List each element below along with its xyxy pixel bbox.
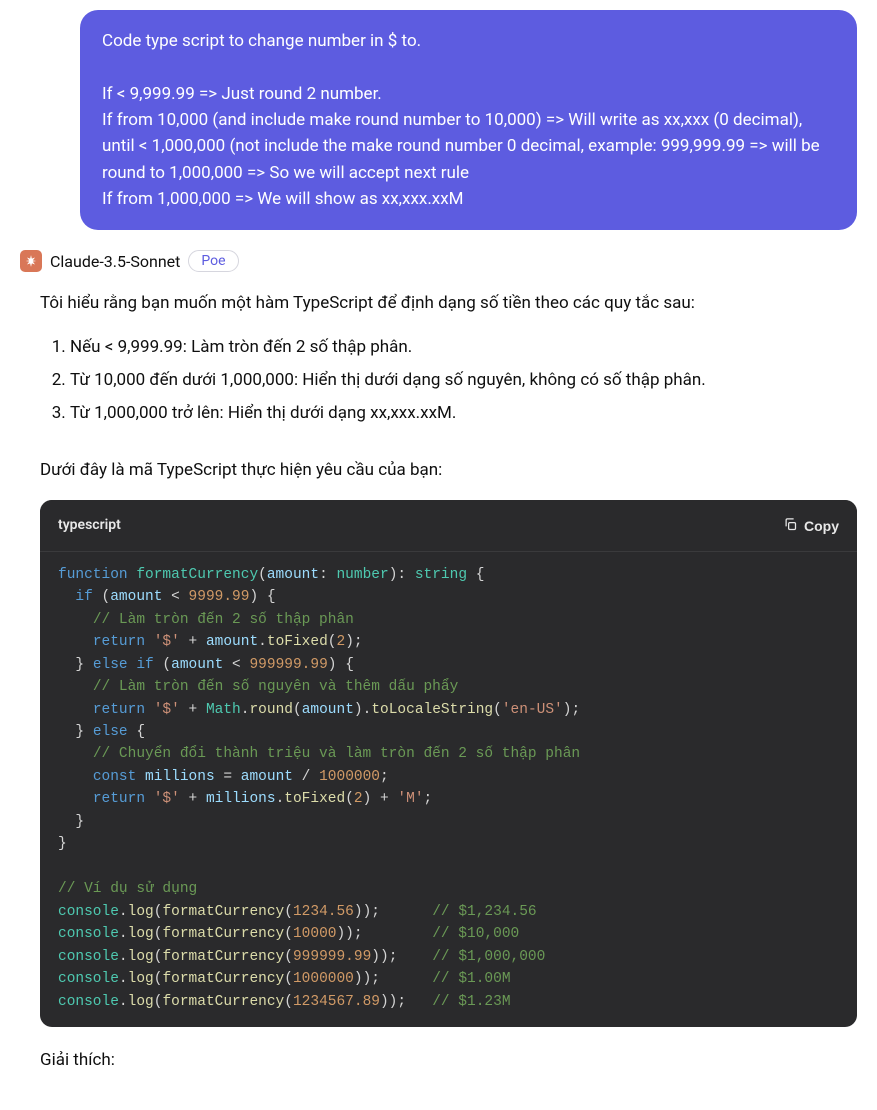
response-intro: Tôi hiểu rằng bạn muốn một hàm TypeScrip… xyxy=(40,290,857,317)
user-message-line: If < 9,999.99 => Just round 2 number. xyxy=(102,81,835,107)
platform-badge[interactable]: Poe xyxy=(188,250,238,272)
user-message-line: If from 10,000 (and include make round n… xyxy=(102,107,835,186)
copy-label: Copy xyxy=(804,518,839,534)
bot-name: Claude-3.5-Sonnet xyxy=(50,252,180,271)
rules-list: Nếu < 9,999.99: Làm tròn đến 2 số thập p… xyxy=(70,334,857,428)
claude-logo-icon xyxy=(20,250,42,272)
user-message-blank xyxy=(102,54,835,80)
response-outro: Giải thích: xyxy=(40,1047,857,1074)
list-item: Từ 1,000,000 trở lên: Hiển thị dưới dạng… xyxy=(70,400,857,427)
copy-button[interactable]: Copy xyxy=(783,517,839,535)
code-block: typescript Copy function formatCurrency(… xyxy=(40,500,857,1027)
bot-response: Tôi hiểu rằng bạn muốn một hàm TypeScrip… xyxy=(20,290,857,1074)
bot-header: Claude-3.5-Sonnet Poe xyxy=(20,250,857,272)
user-message-line: Code type script to change number in $ t… xyxy=(102,28,835,54)
user-message-line: If from 1,000,000 => We will show as xx,… xyxy=(102,186,835,212)
code-language-label: typescript xyxy=(58,514,121,536)
copy-icon xyxy=(783,517,798,535)
code-intro: Dưới đây là mã TypeScript thực hiện yêu … xyxy=(40,457,857,484)
code-header: typescript Copy xyxy=(40,500,857,551)
list-item: Từ 10,000 đến dưới 1,000,000: Hiển thị d… xyxy=(70,367,857,394)
code-content[interactable]: function formatCurrency(amount: number):… xyxy=(40,552,857,1027)
list-item: Nếu < 9,999.99: Làm tròn đến 2 số thập p… xyxy=(70,334,857,361)
user-message: Code type script to change number in $ t… xyxy=(80,10,857,230)
